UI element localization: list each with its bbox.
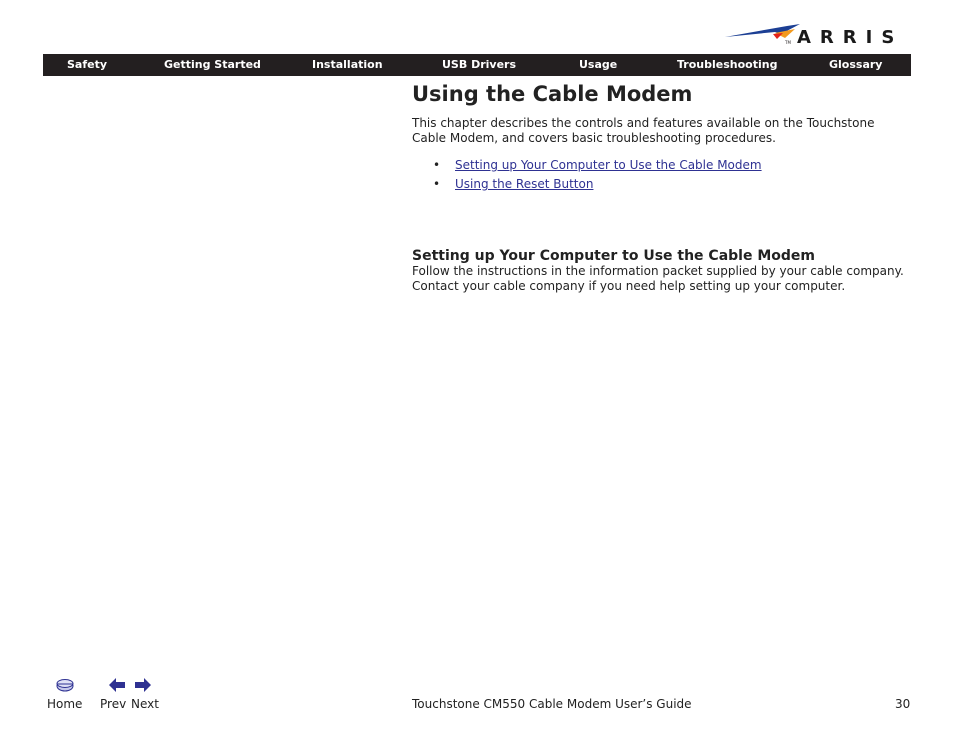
logo-tm: TM [784,40,791,45]
nav-installation[interactable]: Installation [312,58,383,71]
nav-getting-started[interactable]: Getting Started [164,58,261,71]
top-nav: Safety Getting Started Installation USB … [43,54,911,76]
nav-troubleshooting[interactable]: Troubleshooting [677,58,777,71]
page-title: Using the Cable Modem [412,82,693,106]
prev-link[interactable]: Prev [100,697,126,711]
logo-wordmark: ARRIS [797,27,904,48]
intro-text: This chapter describes the controls and … [412,116,875,145]
next-link[interactable]: Next [131,697,159,711]
arrow-left-icon[interactable] [109,677,125,693]
list-item: Using the Reset Button [412,175,762,194]
home-icon[interactable] [56,678,74,692]
section-heading: Setting up Your Computer to Use the Cabl… [412,248,815,264]
document-title: Touchstone CM550 Cable Modem User’s Guid… [412,697,692,711]
chapter-links: Setting up Your Computer to Use the Cabl… [412,156,762,194]
nav-usage[interactable]: Usage [579,58,617,71]
nav-usb-drivers[interactable]: USB Drivers [442,58,516,71]
arrow-right-icon[interactable] [135,677,151,693]
page-number: 30 [895,697,911,711]
link-reset-button[interactable]: Using the Reset Button [455,177,593,191]
nav-glossary[interactable]: Glossary [829,58,882,71]
home-link[interactable]: Home [47,697,82,711]
section-text: Follow the instructions in the informati… [412,264,904,293]
link-setting-up-computer[interactable]: Setting up Your Computer to Use the Cabl… [455,158,762,172]
nav-safety[interactable]: Safety [67,58,107,71]
list-item: Setting up Your Computer to Use the Cabl… [412,156,762,175]
